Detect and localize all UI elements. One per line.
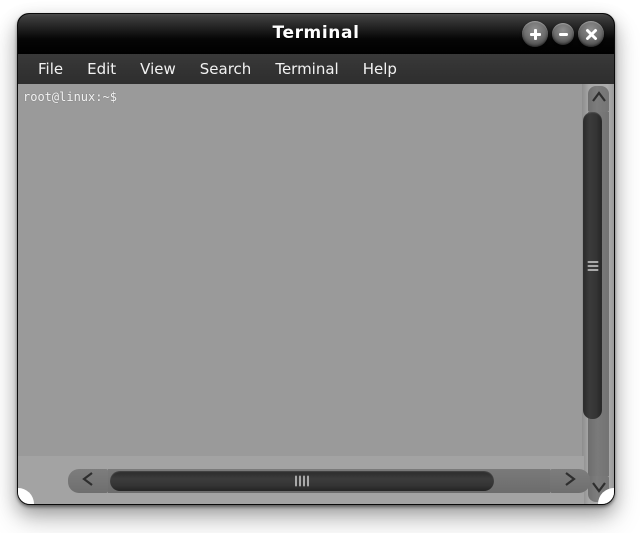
horizontal-scroll-trough[interactable] xyxy=(108,469,550,493)
window-controls xyxy=(522,21,604,47)
close-icon xyxy=(584,27,599,42)
scroll-up-button[interactable] xyxy=(588,86,609,112)
plus-icon xyxy=(528,27,543,42)
horizontal-scrollbar[interactable] xyxy=(18,456,590,504)
terminal-output-area[interactable]: root@linux:~$ xyxy=(18,84,584,456)
maximize-button[interactable] xyxy=(522,21,548,47)
vertical-thumb-grip-icon xyxy=(587,259,598,273)
terminal-lines: root@linux:~$ xyxy=(18,84,584,105)
scroll-down-button[interactable] xyxy=(588,476,609,502)
window-body: root@linux:~$ xyxy=(18,84,614,504)
window-titlebar[interactable]: Terminal xyxy=(18,14,614,54)
horizontal-scrollbar-inner xyxy=(68,469,590,493)
horizontal-thumb-grip-icon xyxy=(295,475,309,487)
chevron-left-icon xyxy=(81,471,95,492)
chevron-down-icon xyxy=(591,480,607,498)
menu-item-view[interactable]: View xyxy=(128,57,188,81)
horizontal-scroll-thumb[interactable] xyxy=(110,471,494,491)
menu-item-help[interactable]: Help xyxy=(351,57,409,81)
menu-item-terminal[interactable]: Terminal xyxy=(263,57,350,81)
close-button[interactable] xyxy=(578,21,604,47)
vertical-scroll-thumb[interactable] xyxy=(583,112,602,419)
menu-item-file[interactable]: File xyxy=(26,57,75,81)
minimize-button[interactable] xyxy=(552,23,574,45)
chevron-right-icon xyxy=(563,471,577,492)
scroll-right-button[interactable] xyxy=(550,469,590,493)
terminal-window: Terminal File Edit View Search Terminal … xyxy=(17,13,615,505)
menu-item-edit[interactable]: Edit xyxy=(75,57,128,81)
minus-icon xyxy=(557,28,570,41)
vertical-scrollbar[interactable] xyxy=(582,84,614,504)
menu-item-search[interactable]: Search xyxy=(188,57,264,81)
menubar: File Edit View Search Terminal Help xyxy=(18,54,614,84)
desktop-background: Terminal File Edit View Search Terminal … xyxy=(0,0,640,533)
terminal-prompt-line: root@linux:~$ xyxy=(23,90,117,104)
chevron-up-icon xyxy=(591,90,607,108)
scroll-left-button[interactable] xyxy=(68,469,108,493)
